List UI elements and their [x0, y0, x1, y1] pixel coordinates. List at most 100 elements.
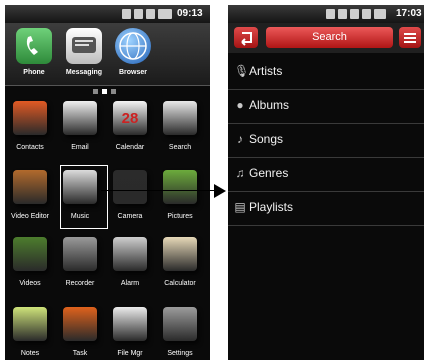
music-screen: 17:03 Search 🎙 Artists ● Albums ♪ Songs ♫ Genre…	[228, 5, 424, 360]
videos-icon	[13, 237, 47, 271]
app-label: Calculator	[164, 280, 196, 287]
back-icon	[241, 32, 252, 46]
list-item-label: Artists	[249, 64, 283, 78]
notification-icon	[326, 9, 335, 19]
music-toolbar: Search	[228, 23, 424, 53]
app-search[interactable]: Search	[155, 101, 205, 151]
home-screen: 09:13 Phone Messaging Browser Contacts Em…	[5, 5, 210, 360]
notes-icon: ♫	[235, 166, 245, 180]
messaging-icon	[66, 28, 102, 64]
settings-icon	[163, 307, 197, 341]
app-video-editor[interactable]: Video Editor	[5, 170, 55, 220]
app-label: Camera	[117, 213, 143, 220]
task-icon	[63, 307, 97, 341]
app-recorder[interactable]: Recorder	[55, 237, 105, 287]
phone-icon	[16, 28, 52, 64]
playlist-icon: ▤	[234, 200, 246, 214]
calendar-day: 28	[121, 110, 139, 127]
app-notes[interactable]: Notes	[5, 307, 55, 357]
browser-icon	[115, 28, 151, 64]
page-indicator	[93, 89, 116, 94]
app-label: Video Editor	[10, 213, 49, 220]
signal-icon	[362, 9, 371, 19]
app-label: Calendar	[115, 144, 145, 151]
back-button[interactable]	[234, 27, 258, 48]
list-item-songs[interactable]: ♪ Songs	[228, 123, 424, 158]
menu-line	[404, 37, 416, 39]
disc-icon: ●	[236, 98, 244, 112]
pictures-icon	[163, 170, 197, 204]
app-label: Notes	[20, 350, 40, 357]
sim-icon	[134, 9, 143, 19]
app-videos[interactable]: Videos	[5, 237, 55, 287]
notification-icon	[122, 9, 131, 19]
list-item-label: Albums	[249, 98, 290, 112]
app-file-manager[interactable]: File Mgr	[105, 307, 155, 357]
note-icon: ♪	[237, 132, 243, 146]
app-label: Settings	[167, 350, 193, 357]
video-editor-icon	[13, 170, 47, 204]
signal-icon	[146, 9, 155, 19]
calendar-icon: 28	[113, 101, 147, 135]
arrow-line	[101, 190, 215, 191]
camera-icon	[113, 170, 147, 204]
alarm-icon	[113, 237, 147, 271]
page-dot	[111, 89, 116, 94]
sim-icon	[350, 9, 359, 19]
calculator-icon	[163, 237, 197, 271]
app-settings[interactable]: Settings	[155, 307, 205, 357]
app-pictures[interactable]: Pictures	[155, 170, 205, 220]
dock: Phone Messaging Browser	[5, 23, 210, 86]
app-label: Search	[168, 144, 192, 151]
email-icon	[63, 101, 97, 135]
list-item-label: Genres	[249, 166, 289, 180]
recorder-icon	[63, 237, 97, 271]
status-time: 17:03	[396, 8, 422, 19]
status-bar: 09:13	[5, 5, 210, 23]
app-label: Task	[72, 350, 88, 357]
list-item-playlists[interactable]: ▤ Playlists	[228, 191, 424, 226]
app-task[interactable]: Task	[55, 307, 105, 357]
menu-line	[404, 33, 416, 35]
list-item-artists[interactable]: 🎙 Artists	[228, 55, 424, 90]
dock-phone[interactable]: Phone	[9, 28, 59, 76]
notes-icon	[13, 307, 47, 341]
list-item-genres[interactable]: ♫ Genres	[228, 157, 424, 192]
status-icons	[326, 9, 386, 19]
music-highlight-box	[60, 165, 108, 229]
app-calculator[interactable]: Calculator	[155, 237, 205, 287]
app-label: Alarm	[120, 280, 140, 287]
app-contacts[interactable]: Contacts	[5, 101, 55, 151]
app-label: Recorder	[65, 280, 95, 287]
status-bar: 17:03	[228, 5, 424, 23]
app-calendar[interactable]: 28 Calendar	[105, 101, 155, 151]
page-dot	[93, 89, 98, 94]
dock-browser[interactable]: Browser	[108, 28, 158, 76]
status-icons	[122, 9, 172, 19]
dock-messaging[interactable]: Messaging	[59, 28, 109, 76]
app-email[interactable]: Email	[55, 101, 105, 151]
list-item-albums[interactable]: ● Albums	[228, 89, 424, 124]
app-label: Contacts	[16, 144, 44, 151]
battery-icon	[374, 9, 386, 19]
app-label: File Mgr	[117, 350, 143, 357]
missed-call-icon	[338, 9, 347, 19]
microphone-icon: 🎙	[234, 64, 250, 78]
app-label: Videos	[19, 280, 41, 287]
page-dot-active	[102, 89, 107, 94]
contacts-icon	[13, 101, 47, 135]
status-time: 09:13	[177, 8, 203, 19]
app-label: Email	[71, 144, 89, 151]
app-label: Pictures	[167, 213, 193, 220]
file-manager-icon	[113, 307, 147, 341]
menu-button[interactable]	[399, 27, 421, 48]
search-icon	[163, 101, 197, 135]
dock-label: Browser	[118, 69, 147, 76]
battery-icon	[158, 9, 172, 19]
app-camera[interactable]: Camera	[105, 170, 155, 220]
dock-label: Phone	[23, 69, 45, 76]
app-alarm[interactable]: Alarm	[105, 237, 155, 287]
search-button[interactable]: Search	[266, 27, 393, 48]
menu-line	[404, 41, 416, 43]
list-item-label: Songs	[249, 132, 284, 146]
